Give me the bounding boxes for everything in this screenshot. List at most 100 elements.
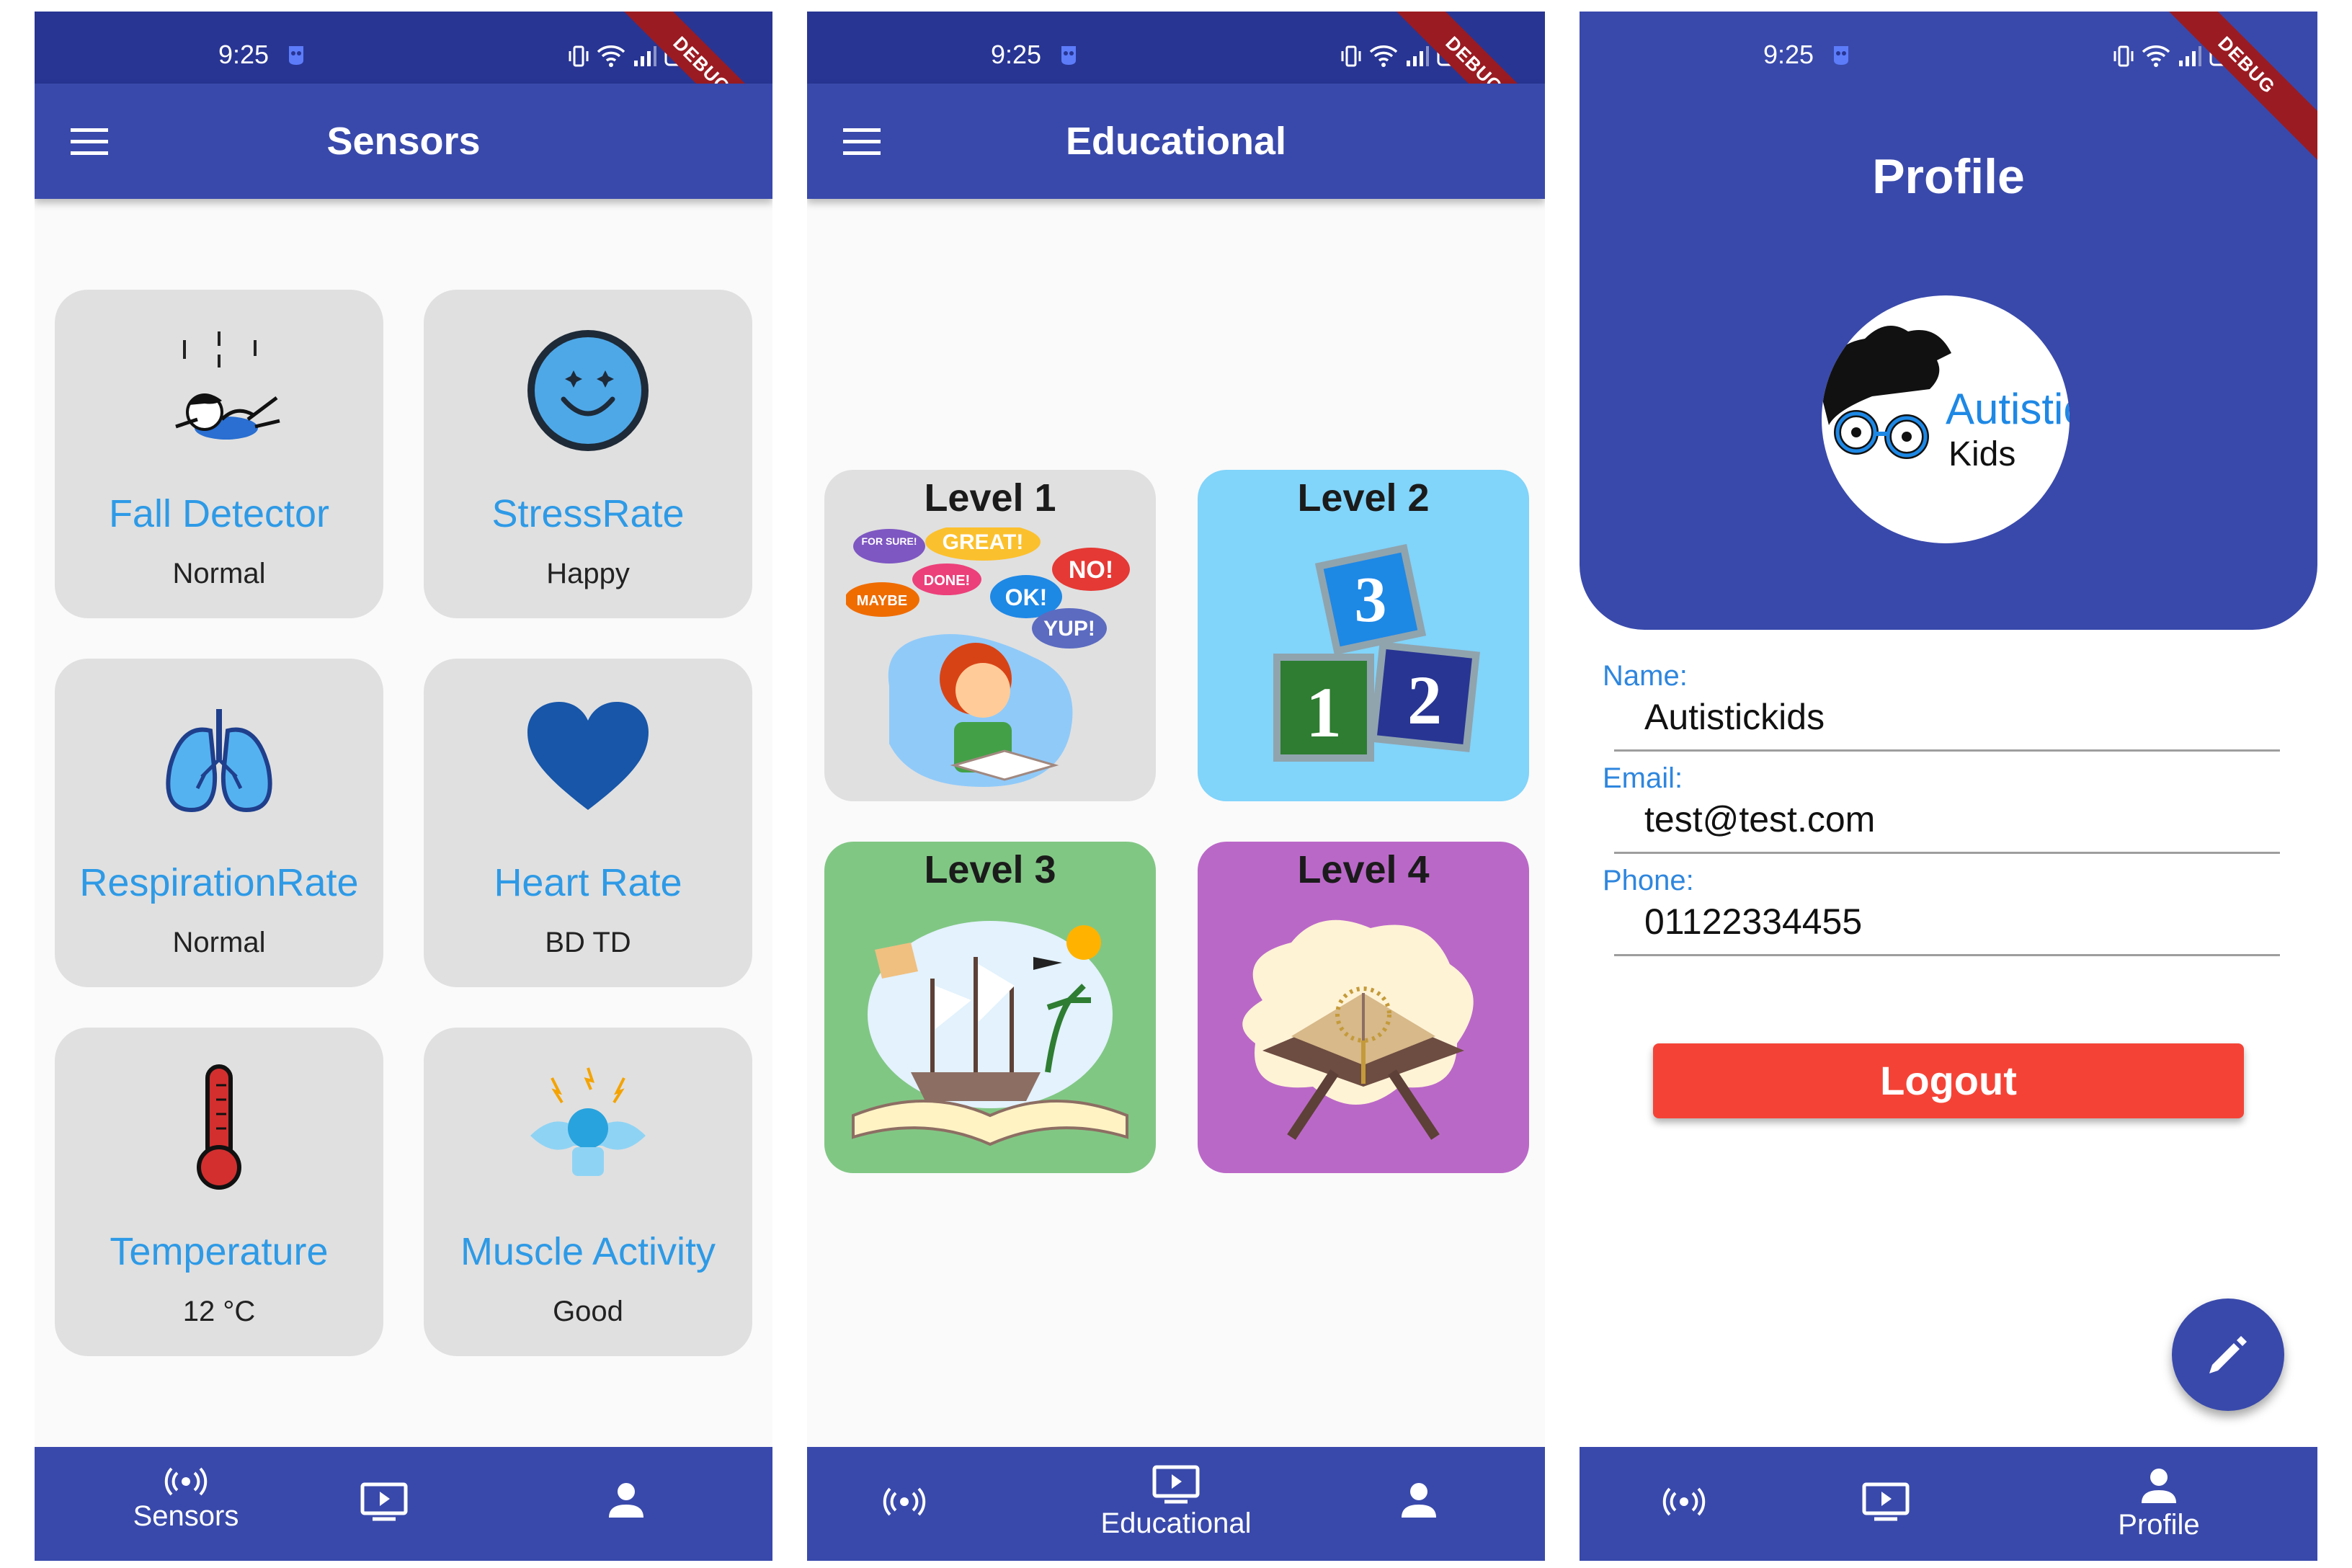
nav-sensors[interactable]: Sensors (78, 1447, 294, 1561)
edit-profile-button[interactable] (2172, 1298, 2284, 1411)
sensor-value: BD TD (545, 927, 631, 958)
signal-icon (1407, 46, 1429, 66)
avatar[interactable]: Autistic Kids (1822, 295, 2070, 543)
open-book-stand-icon (1242, 919, 1474, 1140)
bubble-text: GREAT! (943, 530, 1024, 554)
sensor-card-stress-rate[interactable]: StressRate Happy (424, 290, 752, 618)
sensor-value: Normal (172, 558, 266, 589)
sensor-title: Muscle Activity (460, 1230, 716, 1273)
vibrate-icon (569, 45, 589, 67)
logout-button[interactable]: Logout (1653, 1043, 2244, 1118)
autistic-kids-logo-icon: Autistic Kids (1822, 326, 2070, 473)
bottom-nav: Profile (1580, 1447, 2317, 1561)
wifi-icon (597, 45, 625, 67)
bottom-nav: Sensors (35, 1447, 772, 1561)
block-number: 1 (1306, 672, 1342, 752)
name-field[interactable]: Autistickids (1644, 696, 1825, 738)
logo-line1: Autistic (1946, 385, 2070, 433)
sensor-title: RespirationRate (79, 861, 359, 904)
sensor-card-fall-detector[interactable]: Fall Detector Normal (55, 290, 383, 618)
sensor-value: Good (553, 1296, 623, 1327)
lungs-icon (166, 709, 272, 813)
bubble-text: DONE! (924, 573, 970, 589)
pencil-icon (2209, 1336, 2247, 1373)
video-player-icon (360, 1482, 408, 1521)
app-bar: Educational (807, 84, 1545, 199)
vibrate-icon (2113, 45, 2134, 67)
sensor-title: Temperature (110, 1230, 329, 1273)
status-bar: 9:25 87 DEBUG (35, 12, 772, 164)
nav-sensors[interactable] (821, 1447, 987, 1561)
person-icon (2142, 1469, 2176, 1503)
phone-label: Phone: (1603, 865, 1694, 896)
level-card-1[interactable]: Level 1 FOR SURE! GREAT! NO! DONE! MAYBE… (824, 470, 1156, 801)
status-time: 9:25 (218, 40, 270, 69)
profile-screen: Profile Autistic Kids 9:25 87 D (1580, 12, 2317, 1561)
level-card-3[interactable]: Level 3 (824, 842, 1156, 1173)
status-bar: 9:25 87 DEBUG (1580, 12, 2317, 164)
sensor-title: Heart Rate (494, 861, 682, 904)
app-bar: Sensors (35, 84, 772, 199)
nav-profile[interactable]: Profile (2051, 1447, 2267, 1561)
bubble-text: NO! (1069, 556, 1113, 584)
status-time: 9:25 (991, 40, 1042, 69)
level-card-4[interactable]: Level 4 (1198, 842, 1529, 1173)
sensor-value: Normal (172, 927, 266, 958)
sensors-icon (164, 1467, 208, 1496)
app-notification-icon (289, 46, 303, 65)
page-title: Sensors (326, 120, 481, 163)
heart-icon (527, 702, 649, 810)
sensor-card-respiration-rate[interactable]: RespirationRate Normal (55, 659, 383, 987)
nav-sensors[interactable] (1580, 1447, 1788, 1561)
signal-icon (634, 46, 656, 66)
page-title: Educational (1065, 120, 1287, 163)
nav-educational[interactable] (1796, 1447, 1976, 1561)
smiley-face-icon (527, 330, 649, 451)
sensor-title: StressRate (491, 492, 685, 535)
block-number: 2 (1407, 662, 1442, 739)
page-title: Profile (1872, 149, 2025, 204)
nav-profile[interactable] (536, 1447, 716, 1561)
name-label: Name: (1603, 660, 1688, 692)
falling-person-icon (175, 331, 280, 440)
phone-underline (1614, 954, 2280, 956)
email-field[interactable]: test@test.com (1644, 798, 1875, 840)
sensors-screen: 9:25 87 DEBUG Sensors Fall Detector Norm… (35, 12, 772, 1561)
sensor-title: Fall Detector (108, 492, 330, 535)
video-player-icon (1862, 1482, 1910, 1521)
nav-profile[interactable] (1329, 1447, 1509, 1561)
block-number: 3 (1355, 564, 1387, 636)
sensors-icon (883, 1487, 926, 1516)
sensor-card-muscle-activity[interactable]: Muscle Activity Good (424, 1028, 752, 1356)
sensors-icon (1662, 1487, 1706, 1516)
signal-icon (2179, 46, 2201, 66)
wifi-icon (2142, 45, 2170, 67)
level-title: Level 3 (924, 848, 1056, 891)
nav-label: Educational (1100, 1507, 1252, 1539)
sensor-card-heart-rate[interactable]: Heart Rate BD TD (424, 659, 752, 987)
app-notification-icon (1834, 46, 1848, 65)
educational-screen: 9:25 87 DEBUG Educational Level 1 FOR SU… (807, 12, 1545, 1561)
nav-label: Sensors (133, 1500, 239, 1532)
nav-educational[interactable]: Educational (1068, 1447, 1284, 1561)
level-card-2[interactable]: Level 2 3 1 2 (1198, 470, 1529, 801)
sensor-value: Happy (546, 558, 630, 589)
phone-field[interactable]: 01122334455 (1644, 901, 1862, 943)
nav-educational[interactable] (294, 1447, 474, 1561)
nav-label: Profile (2118, 1509, 2200, 1541)
muscle-person-icon (530, 1067, 646, 1176)
sensor-card-temperature[interactable]: Temperature 12 °C (55, 1028, 383, 1356)
bubble-text: YUP! (1043, 617, 1095, 641)
level-title: Level 4 (1297, 848, 1430, 891)
status-bar: 9:25 87 DEBUG (807, 12, 1545, 164)
person-icon (609, 1483, 643, 1518)
email-label: Email: (1603, 762, 1683, 794)
number-blocks-icon: 3 1 2 (1273, 543, 1480, 762)
person-icon (1402, 1483, 1436, 1518)
logo-line2: Kids (1948, 435, 2015, 473)
sensor-value: 12 °C (182, 1296, 256, 1327)
bubble-text: FOR SURE! (862, 535, 917, 547)
video-player-icon (1152, 1465, 1200, 1504)
name-underline (1614, 749, 2280, 752)
profile-header: Profile Autistic Kids (1580, 12, 2317, 630)
